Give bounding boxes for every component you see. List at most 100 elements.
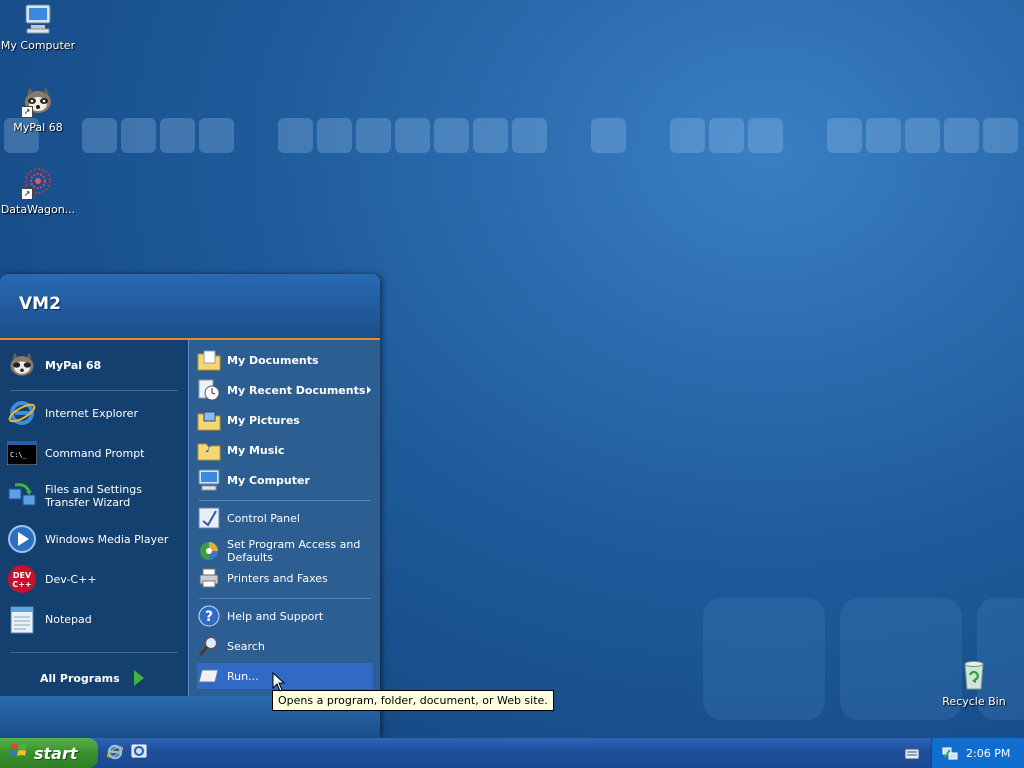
clock[interactable]: 2:06 PM (966, 747, 1010, 760)
start-menu-programs-pane: MyPal 68 Internet Explorer C:\_ Command … (0, 340, 188, 696)
mouse-cursor-icon (272, 672, 286, 692)
start-item-label: My Recent Documents (227, 383, 366, 397)
quick-launch-bar (106, 743, 148, 764)
wallpaper-tile (317, 118, 352, 153)
start-item-mypal[interactable]: MyPal 68 (6, 348, 182, 382)
desktop-icon-label: DataWagon... (0, 203, 76, 216)
start-item-my-music[interactable]: ♪ My Music (197, 437, 373, 463)
start-item-label: Set Program Access and Defaults (227, 538, 361, 564)
start-item-my-computer[interactable]: My Computer (197, 467, 373, 493)
shortcut-arrow-icon: ↗ (21, 188, 33, 200)
start-button-label: start (34, 743, 78, 763)
user-name: VM2 (19, 294, 61, 314)
menu-separator (10, 652, 178, 653)
start-item-printers-faxes[interactable]: Printers and Faxes (197, 565, 373, 591)
folder-pictures-icon (197, 408, 221, 432)
all-programs-button[interactable]: All Programs (40, 670, 144, 686)
command-prompt-icon: C:\_ (6, 437, 38, 469)
wallpaper-tile (121, 118, 156, 153)
wallpaper-tile-large (703, 598, 825, 720)
wallpaper-tile (670, 118, 705, 153)
recycle-bin-icon (957, 658, 991, 692)
menu-separator (199, 500, 371, 501)
wallpaper-tile (944, 118, 979, 153)
wallpaper-tile (748, 118, 783, 153)
start-menu-header: VM2 (0, 274, 380, 340)
start-item-notepad[interactable]: Notepad (6, 602, 182, 636)
start-item-media-player[interactable]: Windows Media Player (6, 522, 182, 556)
help-icon: ? (197, 604, 221, 628)
menu-separator (10, 390, 178, 391)
wallpaper-tile (512, 118, 547, 153)
desktop-icon-label: Recycle Bin (942, 695, 1006, 708)
start-item-control-panel[interactable]: Control Panel (197, 505, 373, 531)
start-menu-body: MyPal 68 Internet Explorer C:\_ Command … (0, 340, 380, 696)
printer-icon (197, 566, 221, 590)
submenu-arrow-icon (367, 386, 371, 394)
system-tray: 2:06 PM (931, 738, 1024, 768)
mypal-icon: ↗ (21, 84, 55, 118)
run-tooltip: Opens a program, folder, document, or We… (272, 690, 554, 711)
wallpaper-tile (434, 118, 469, 153)
start-button[interactable]: start (0, 738, 98, 768)
start-item-program-access[interactable]: Set Program Access and Defaults (197, 535, 373, 567)
wallpaper-tile (866, 118, 901, 153)
start-item-label: Search (227, 639, 265, 653)
start-item-devcpp[interactable]: DEV C++ Dev-C++ (6, 562, 182, 596)
start-item-label: Control Panel (227, 511, 300, 525)
wallpaper-tile (395, 118, 430, 153)
start-menu: VM2 MyPal 68 Internet Explorer C:\_ Comm… (0, 274, 380, 738)
start-item-label: Command Prompt (45, 446, 145, 460)
start-item-help-support[interactable]: ? Help and Support (197, 603, 373, 629)
wallpaper-tile (591, 118, 626, 153)
start-menu-places-pane: My Documents My Recent Documents My Pict… (188, 340, 380, 696)
wallpaper-tile (827, 118, 862, 153)
search-icon (197, 634, 221, 658)
start-item-label: Windows Media Player (45, 532, 169, 546)
start-item-search[interactable]: Search (197, 633, 373, 659)
start-item-label: Internet Explorer (45, 406, 138, 420)
run-icon (197, 664, 221, 688)
start-item-label: My Computer (227, 473, 310, 487)
all-programs-label: All Programs (40, 671, 120, 685)
show-desktop-icon[interactable] (130, 743, 148, 764)
svg-text:?: ? (205, 609, 213, 625)
start-item-internet-explorer[interactable]: Internet Explorer (6, 396, 182, 430)
start-item-transfer-wizard[interactable]: Files and Settings Transfer Wizard (6, 476, 182, 516)
folder-music-icon: ♪ (197, 438, 221, 462)
wallpaper-tile (278, 118, 313, 153)
wallpaper-tile (82, 118, 117, 153)
start-item-command-prompt[interactable]: C:\_ Command Prompt (6, 436, 182, 470)
desktop-icon-mypal[interactable]: ↗ MyPal 68 (0, 84, 78, 134)
program-access-icon (197, 539, 221, 563)
start-item-label: Help and Support (227, 609, 324, 623)
start-item-my-documents[interactable]: My Documents (197, 347, 373, 373)
start-item-my-pictures[interactable]: My Pictures (197, 407, 373, 433)
desktop-icon-recycle-bin[interactable]: Recycle Bin (934, 658, 1014, 708)
keyboard-language-icon[interactable] (904, 746, 920, 760)
windows-logo-icon (10, 743, 28, 763)
start-item-label: Notepad (45, 612, 92, 626)
desktop-icon-datawagon[interactable]: ↗ DataWagon... (0, 166, 78, 216)
start-item-label: Printers and Faxes (227, 571, 328, 585)
devcpp-icon: DEV C++ (6, 563, 38, 595)
start-item-label: My Pictures (227, 413, 300, 427)
wallpaper-tile (199, 118, 234, 153)
notepad-icon (6, 603, 38, 635)
desktop-icon-label: My Computer (0, 39, 76, 52)
taskbar: start 2:06 PM (0, 738, 1024, 768)
my-computer-icon (21, 2, 55, 36)
folder-documents-icon (197, 348, 221, 372)
desktop-icon-my-computer[interactable]: My Computer (0, 2, 78, 52)
start-item-label: Dev-C++ (45, 572, 97, 586)
network-icon[interactable] (942, 745, 958, 761)
wallpaper-tile (983, 118, 1018, 153)
wallpaper-tile (356, 118, 391, 153)
menu-separator (199, 598, 371, 599)
start-item-label: MyPal 68 (45, 358, 102, 372)
start-item-my-recent-documents[interactable]: My Recent Documents (197, 377, 373, 403)
internet-explorer-icon[interactable] (106, 743, 124, 764)
recent-documents-icon (197, 378, 221, 402)
datawagon-icon: ↗ (21, 166, 55, 200)
start-item-label: Run... (227, 669, 259, 683)
